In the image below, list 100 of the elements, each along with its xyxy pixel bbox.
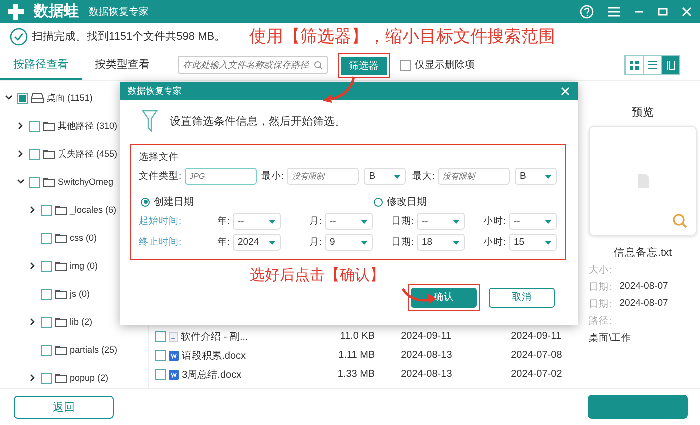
view-tab[interactable]: 按类型查看	[82, 50, 163, 80]
funnel-icon	[142, 110, 158, 132]
date-select[interactable]: --	[509, 213, 557, 230]
checkbox[interactable]	[29, 148, 40, 160]
date-select[interactable]: 15	[509, 234, 557, 251]
checkbox[interactable]	[400, 60, 411, 70]
checkbox[interactable]	[155, 350, 166, 361]
close-icon[interactable]	[682, 6, 692, 16]
chevron-icon[interactable]	[16, 122, 24, 130]
chevron-icon[interactable]	[28, 374, 36, 382]
field-label: 文件类型:	[139, 170, 182, 183]
text-file-icon	[169, 332, 178, 342]
chevron-icon[interactable]	[4, 94, 12, 102]
date-select[interactable]: --	[325, 213, 373, 230]
caret-icon	[361, 240, 368, 244]
date-select[interactable]: 18	[417, 234, 465, 251]
columns-icon	[666, 60, 674, 70]
unit-select[interactable]: B	[514, 168, 557, 185]
file-date: 2024-08-13	[400, 350, 454, 361]
detail-value: 2024-08-07	[620, 298, 668, 311]
tree-item-label[interactable]: _locales (6)	[70, 205, 117, 215]
scan-status: 扫描完成。找到1151个文件共598 MB。	[32, 30, 226, 44]
dialog-title: 数据恢复专家	[128, 84, 182, 98]
zoom-icon[interactable]	[672, 213, 688, 229]
tree-item-label[interactable]: js (0)	[70, 289, 90, 299]
checkbox-label[interactable]: 仅显示删除项	[415, 58, 475, 72]
unit-select[interactable]: B	[364, 168, 406, 185]
view-mode-button[interactable]	[661, 56, 679, 74]
maximize-icon[interactable]	[658, 6, 668, 16]
help-icon[interactable]	[580, 4, 594, 18]
file-date: 2024-08-13	[400, 369, 454, 380]
checkbox[interactable]	[155, 369, 166, 380]
checkbox[interactable]	[29, 120, 40, 132]
file-type-field[interactable]: JPG	[184, 168, 257, 185]
back-button[interactable]: 返回	[14, 396, 114, 418]
tree-item-label[interactable]: lib (2)	[70, 317, 93, 327]
radio-label[interactable]: 创建日期	[154, 195, 194, 209]
caret-icon	[269, 240, 276, 244]
max-size-field[interactable]: 没有限制	[438, 168, 510, 185]
field-label: 日期:	[391, 215, 414, 228]
drive-icon	[31, 93, 44, 103]
tree-item-label[interactable]: partials (25)	[70, 345, 118, 355]
tree-item-label[interactable]: 丢失路径 (455)	[58, 148, 118, 160]
tree-item-label[interactable]: 其他路径 (310)	[58, 120, 118, 132]
radio-button[interactable]	[374, 198, 383, 206]
tree-item-label[interactable]: img (0)	[70, 261, 98, 271]
confirm-button[interactable]: 确认	[411, 288, 477, 308]
cancel-button[interactable]: 取消	[489, 288, 555, 308]
chevron-icon[interactable]	[28, 318, 36, 326]
folder-icon	[43, 121, 55, 131]
radio-button[interactable]	[141, 198, 150, 206]
section-title: 选择文件	[139, 151, 180, 164]
chevron-icon[interactable]	[16, 150, 24, 158]
field-label: 日期:	[391, 236, 414, 249]
tree-item-label[interactable]: 桌面 (1151)	[47, 92, 93, 104]
file-icon	[638, 174, 649, 188]
preview-file-name: 信息备忘.txt	[613, 246, 674, 260]
file-name[interactable]: 3周总结.docx	[182, 368, 242, 382]
folder-icon	[55, 373, 67, 383]
caret-icon	[361, 220, 368, 224]
checkbox[interactable]	[41, 316, 52, 328]
checkbox[interactable]	[41, 204, 52, 216]
folder-icon	[55, 261, 67, 271]
checkbox[interactable]	[41, 260, 52, 272]
date-select[interactable]: --	[417, 213, 465, 230]
checkbox[interactable]	[41, 344, 52, 356]
window-title: 数据恢复专家	[89, 6, 149, 18]
checkbox[interactable]	[17, 92, 28, 104]
tree-item-label[interactable]: SwitchyOmeg	[58, 177, 114, 187]
menu-icon[interactable]	[608, 6, 620, 16]
date-select[interactable]: 2024	[233, 234, 281, 251]
tree-item-label[interactable]: css (0)	[70, 233, 97, 243]
chevron-icon[interactable]	[28, 206, 36, 214]
field-label: 年:	[217, 236, 230, 249]
view-tab[interactable]: 按路径查看	[0, 50, 82, 80]
radio-label[interactable]: 修改日期	[387, 195, 427, 209]
search-field[interactable]: 在此处输入文件名称或保存路径	[178, 56, 328, 74]
chevron-icon[interactable]	[28, 262, 36, 270]
folder-icon	[55, 345, 67, 355]
checkbox[interactable]	[41, 288, 52, 300]
file-path: 桌面\工作	[589, 332, 632, 345]
tree-item-label[interactable]: popup (2)	[70, 373, 109, 383]
min-size-field[interactable]: 没有限制	[287, 168, 360, 185]
checkbox[interactable]	[155, 331, 166, 342]
file-name[interactable]: 语段积累.docx	[182, 348, 246, 362]
file-date: 2024-07-08	[510, 350, 564, 361]
file-name[interactable]: 软件介绍 - 副...	[181, 330, 248, 344]
date-select[interactable]: --	[233, 213, 281, 230]
checkbox[interactable]	[41, 372, 52, 384]
chevron-icon[interactable]	[16, 178, 24, 186]
dialog-intro: 设置筛选条件信息，然后开始筛选。	[170, 114, 346, 128]
checkbox[interactable]	[29, 176, 40, 188]
file-size: 1.33 MB	[336, 369, 376, 380]
date-select[interactable]: 9	[325, 234, 373, 251]
close-icon[interactable]	[561, 86, 570, 96]
checkbox[interactable]	[41, 232, 52, 244]
field-label: 最大:	[412, 170, 435, 183]
field-label: 月:	[309, 236, 322, 249]
file-size: 11.0 KB	[339, 331, 376, 342]
filter-button[interactable]: 筛选器	[341, 56, 387, 74]
